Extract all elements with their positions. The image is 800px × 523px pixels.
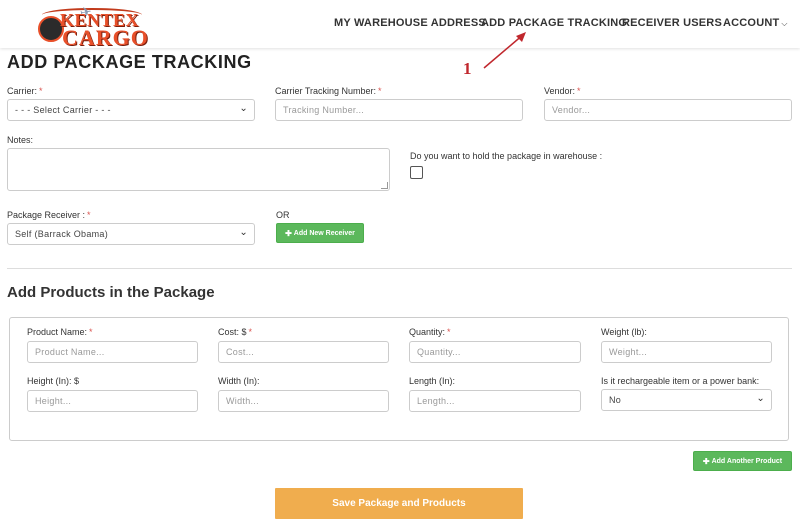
quantity-input[interactable]: Quantity... [409, 341, 581, 363]
products-section-title: Add Products in the Package [7, 284, 215, 301]
package-receiver-value: Self (Barrack Obama) [15, 229, 109, 239]
add-another-product-button[interactable]: ✚ Add Another Product [693, 451, 792, 471]
quantity-label: Quantity: * [409, 327, 451, 337]
rechargeable-label: Is it rechargeable item or a power bank: [601, 376, 760, 386]
rechargeable-value: No [609, 395, 622, 405]
chevron-down-icon: ⌄ [756, 393, 765, 404]
hold-package-label: Do you want to hold the package in wareh… [410, 151, 603, 161]
height-label: Height (In): $ [27, 376, 80, 386]
nav-my-warehouse-address[interactable]: MY WAREHOUSE ADDRESS [334, 17, 486, 29]
weight-label: Weight (lb): [601, 327, 647, 337]
package-receiver-label: Package Receiver : * [7, 210, 91, 220]
or-text: OR [276, 210, 290, 220]
vendor-input[interactable]: Vendor... [544, 99, 792, 121]
tracking-number-label: Carrier Tracking Number: * [275, 86, 382, 96]
section-divider [7, 268, 792, 269]
product-name-input[interactable]: Product Name... [27, 341, 198, 363]
annotation-arrow-icon [483, 32, 526, 69]
tracking-number-input[interactable]: Tracking Number... [275, 99, 523, 121]
save-package-button[interactable]: Save Package and Products [275, 488, 523, 519]
vendor-label: Vendor: * [544, 86, 581, 96]
logo-text-bottom: CARGO [62, 25, 149, 50]
resize-grip-icon[interactable] [381, 182, 388, 189]
cost-label: Cost: $ * [218, 327, 253, 337]
nav-account-label: ACCOUNT [723, 17, 780, 29]
notes-textarea[interactable] [7, 148, 390, 191]
weight-input[interactable]: Weight... [601, 341, 772, 363]
rechargeable-select[interactable]: No ⌄ [601, 389, 772, 411]
top-navbar: ✈ KENTEX CARGO MY WAREHOUSE ADDRESS ADD … [0, 0, 800, 50]
plus-icon: ✚ [702, 456, 710, 466]
height-input[interactable]: Height... [27, 390, 198, 412]
chevron-down-icon: ⌄ [239, 227, 248, 238]
plus-icon: ✚ [285, 228, 292, 238]
carrier-select[interactable]: - - - Select Carrier - - - ⌄ [7, 99, 255, 121]
annotation-number: 1 [463, 59, 472, 78]
kentex-cargo-logo[interactable]: ✈ KENTEX CARGO [36, 3, 148, 50]
chevron-down-icon: ⌵ [781, 19, 788, 28]
length-input[interactable]: Length... [409, 390, 581, 412]
carrier-select-value: - - - Select Carrier - - - [15, 105, 111, 115]
width-label: Width (In): [218, 376, 260, 386]
add-new-receiver-label: Add New Receiver [293, 229, 355, 237]
chevron-down-icon: ⌄ [239, 103, 248, 114]
package-receiver-select[interactable]: Self (Barrack Obama) ⌄ [7, 223, 255, 245]
nav-account[interactable]: ACCOUNT ⌵ [723, 17, 788, 29]
add-another-product-label: Add Another Product [711, 457, 783, 465]
nav-receiver-users[interactable]: RECEIVER USERS [622, 17, 722, 29]
width-input[interactable]: Width... [218, 390, 389, 412]
add-new-receiver-button[interactable]: ✚ Add New Receiver [276, 223, 364, 243]
cost-input[interactable]: Cost... [218, 341, 389, 363]
length-label: Length (In): [409, 376, 456, 386]
notes-label: Notes: [7, 135, 34, 145]
hold-package-checkbox[interactable] [410, 166, 423, 179]
product-name-label: Product Name: * [27, 327, 93, 337]
carrier-label: Carrier: * [7, 86, 43, 96]
page-title: ADD PACKAGE TRACKING [7, 52, 252, 72]
